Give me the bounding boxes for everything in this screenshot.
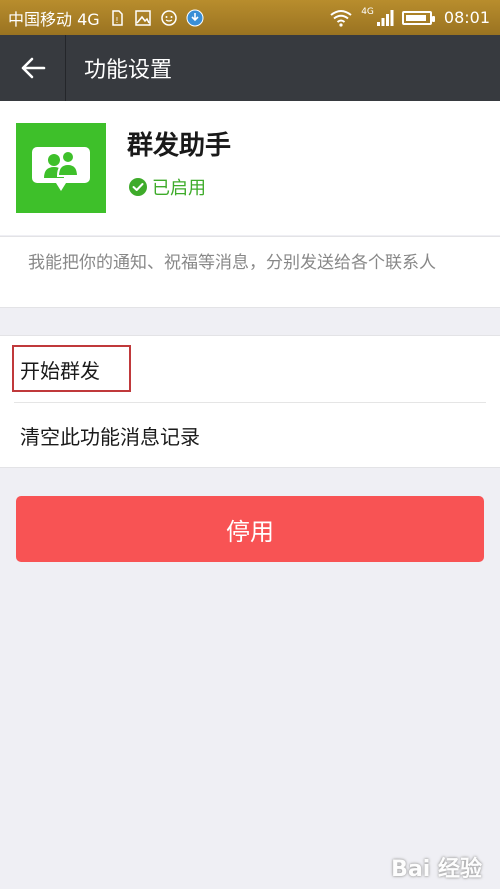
feature-description: 我能把你的通知、祝福等消息，分别发送给各个联系人	[0, 236, 500, 308]
menu-item-label: 清空此功能消息记录	[20, 424, 200, 449]
status-bar: 中国移动 4G ! 4G 08:01	[0, 0, 500, 35]
battery-icon	[401, 10, 435, 25]
nav-bar: 功能设置	[0, 35, 500, 101]
watermark: Bai 经验	[391, 857, 482, 882]
clock: 08:01	[443, 8, 490, 27]
network-type-label: 4G	[361, 6, 374, 17]
sim-warning-icon: !	[111, 9, 123, 26]
feature-name: 群发助手	[127, 131, 232, 161]
wifi-icon	[330, 9, 352, 27]
carrier-label: 中国移动 4G	[8, 9, 100, 29]
svg-text:!: !	[115, 16, 118, 25]
download-notification-icon	[186, 9, 204, 26]
group-chat-icon	[16, 123, 106, 213]
status-badge: 已启用	[128, 174, 206, 200]
status-bar-left: 中国移动 4G !	[8, 6, 204, 30]
clear-history-item[interactable]: 清空此功能消息记录	[0, 402, 500, 468]
feature-card: 群发助手 已启用	[0, 101, 500, 235]
status-bar-right: 4G 08:01	[329, 6, 490, 27]
page-title: 功能设置	[84, 58, 173, 83]
disable-button[interactable]: 停用	[16, 496, 484, 562]
back-button[interactable]	[0, 35, 66, 101]
back-arrow-icon	[21, 57, 45, 79]
app-notification-icon	[160, 9, 177, 26]
status-label: 已启用	[152, 178, 206, 199]
image-notification-icon	[134, 9, 151, 26]
highlight-annotation	[12, 345, 131, 392]
action-menu: 开始群发 清空此功能消息记录	[0, 335, 500, 468]
check-circle-icon	[129, 178, 147, 196]
signal-icon	[376, 9, 394, 26]
